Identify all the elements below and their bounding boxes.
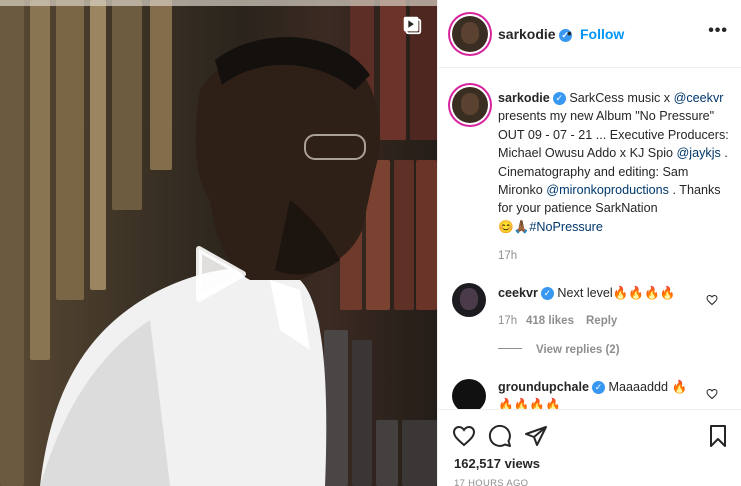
- comment-username[interactable]: ceekvr: [498, 286, 538, 300]
- comment-icon[interactable]: [488, 424, 512, 448]
- post-actions: 162,517 views 17 HOURS AGO: [438, 409, 741, 486]
- reel-icon: [403, 16, 422, 35]
- caption-emoji: 😊🙏🏾: [498, 219, 530, 234]
- video-player[interactable]: [0, 0, 437, 486]
- avatar[interactable]: [452, 16, 488, 52]
- comment-avatar[interactable]: [452, 379, 486, 409]
- comment-text: groundupchale ✓ Maaaaddd 🔥 🔥🔥🔥🔥: [498, 380, 688, 409]
- share-icon[interactable]: [524, 424, 548, 448]
- post-timestamp[interactable]: 17 HOURS AGO: [454, 478, 528, 486]
- verified-icon: ✓: [591, 381, 605, 394]
- post-caption: sarkodie ✓ SarkCess music x @ceekvr prese…: [498, 91, 729, 234]
- comment-username[interactable]: groundupchale: [498, 380, 589, 394]
- verified-icon: ✓: [540, 287, 554, 300]
- view-count[interactable]: 162,517 views: [454, 456, 540, 471]
- more-icon[interactable]: •••: [708, 22, 728, 40]
- hashtag-link[interactable]: #NoPressure: [529, 220, 603, 234]
- post-header: sarkodie ✓ • Follow •••: [438, 0, 741, 68]
- heart-icon[interactable]: [706, 294, 718, 306]
- comments-section[interactable]: sarkodie ✓ SarkCess music x @ceekvr prese…: [438, 69, 741, 409]
- heart-icon[interactable]: [706, 388, 718, 400]
- view-replies-button[interactable]: View replies (2): [498, 344, 620, 356]
- play-icon[interactable]: [189, 243, 249, 305]
- follow-button[interactable]: Follow: [580, 26, 624, 42]
- comment-time[interactable]: 17h: [498, 315, 517, 327]
- caption-time[interactable]: 17h: [498, 250, 517, 262]
- mention-link[interactable]: @mironkoproductions: [546, 183, 669, 197]
- heart-icon[interactable]: [452, 424, 476, 448]
- post-sidebar: sarkodie ✓ • Follow ••• sarkodie ✓ SarkCes…: [437, 0, 741, 486]
- verified-icon: ✓: [552, 92, 566, 105]
- mention-link[interactable]: @ceekvr: [674, 91, 724, 105]
- comment-text: ceekvr ✓ Next level🔥🔥🔥🔥: [498, 286, 676, 300]
- comment-likes[interactable]: 418 likes: [526, 315, 574, 327]
- mention-link[interactable]: @jaykjs: [677, 146, 721, 160]
- comment-avatar[interactable]: [452, 283, 486, 317]
- replies-line: [498, 348, 522, 349]
- header-username[interactable]: sarkodie ✓: [498, 26, 572, 42]
- reply-button[interactable]: Reply: [586, 315, 617, 327]
- video-top-strip: [0, 0, 437, 6]
- bookmark-icon[interactable]: [706, 424, 730, 448]
- separator-dot: •: [567, 25, 572, 41]
- caption-username[interactable]: sarkodie: [498, 91, 550, 105]
- caption-avatar[interactable]: [452, 87, 488, 123]
